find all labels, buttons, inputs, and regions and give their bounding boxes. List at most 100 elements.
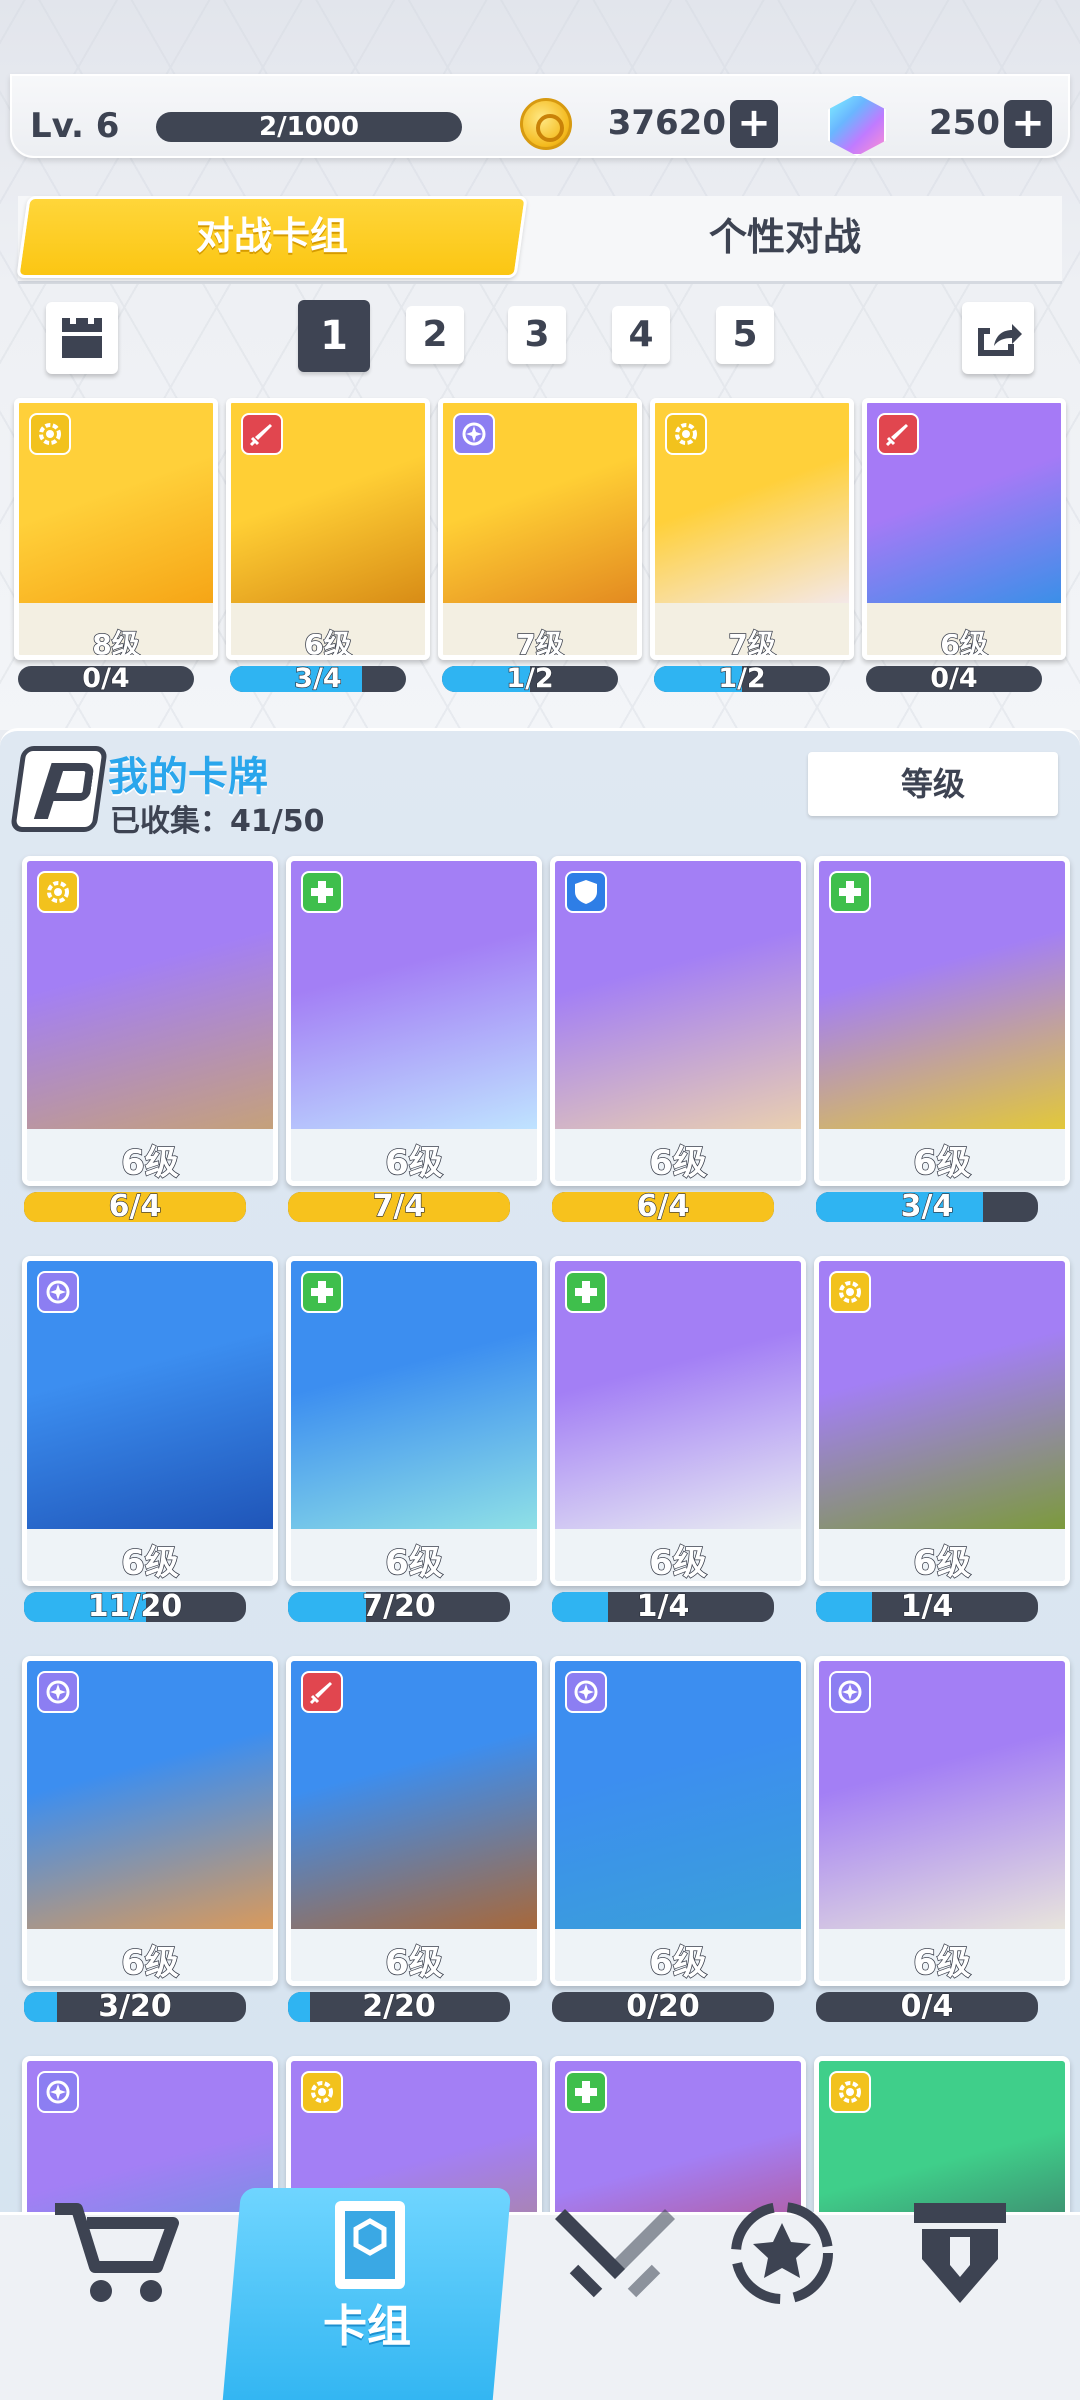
deck-page-3[interactable]: 3 xyxy=(508,306,566,364)
progress-text: 1/4 xyxy=(900,1592,954,1622)
gear-badge-icon xyxy=(301,2071,343,2113)
share-button[interactable] xyxy=(962,302,1034,374)
arcane-badge-icon xyxy=(453,413,495,455)
card-level: 7级 xyxy=(728,627,777,660)
player-level: Lv. 6 xyxy=(30,106,120,146)
gear-badge-icon xyxy=(665,413,707,455)
heal-badge-icon xyxy=(301,1271,343,1313)
progress-text: 6/4 xyxy=(108,1192,162,1222)
nav-battle[interactable] xyxy=(550,2196,680,2316)
card-progress-bar: 3/4 xyxy=(816,1192,1038,1222)
gear-badge-icon xyxy=(29,413,71,455)
progress-text: 0/4 xyxy=(930,666,979,692)
heal-badge-icon xyxy=(565,2071,607,2113)
collection-card[interactable]: 6级 xyxy=(814,856,1070,1186)
collection-card[interactable]: 6级 xyxy=(814,1656,1070,1986)
card-level: 6级 xyxy=(120,1942,179,1983)
collection-card[interactable]: 6级 xyxy=(286,1656,542,1986)
card-level: 6级 xyxy=(384,1542,443,1583)
progress-text: 3/4 xyxy=(294,666,343,692)
collection-card[interactable]: 6级 xyxy=(550,856,806,1186)
card-progress-bar: 3/4 xyxy=(230,666,406,692)
collection-card[interactable]: 6级 xyxy=(22,1256,278,1586)
my-cards-title: 我的卡牌 xyxy=(108,754,268,800)
card-progress-bar: 1/4 xyxy=(552,1592,774,1622)
sword-badge-icon xyxy=(301,1671,343,1713)
nav-guild[interactable] xyxy=(890,2188,1030,2318)
card-progress-bar: 0/20 xyxy=(552,1992,774,2022)
gear-badge-icon xyxy=(37,871,79,913)
tab-battle-deck[interactable]: 对战卡组 xyxy=(22,196,522,278)
deck-card[interactable]: 6级 xyxy=(862,398,1066,660)
share-icon xyxy=(978,324,1022,356)
card-level: 6级 xyxy=(940,627,989,660)
star-rank-icon xyxy=(731,2202,833,2304)
deck-page-4[interactable]: 4 xyxy=(612,306,670,364)
progress-text: 2/20 xyxy=(362,1992,437,2022)
card-level: 6级 xyxy=(912,1942,971,1983)
nav-ranking[interactable] xyxy=(712,2188,852,2318)
sword-badge-icon xyxy=(241,413,283,455)
collection-card[interactable]: 6级 xyxy=(286,1256,542,1586)
cart-icon xyxy=(55,2203,179,2302)
deck-card[interactable]: 6级 xyxy=(226,398,430,660)
card-progress-bar: 1/4 xyxy=(816,1592,1038,1622)
card-level: 6级 xyxy=(912,1542,971,1583)
deck-page-1[interactable]: 1 xyxy=(298,300,370,372)
card-level: 6级 xyxy=(648,1542,707,1583)
card-progress-bar: 11/20 xyxy=(24,1592,246,1622)
progress-text: 3/20 xyxy=(98,1992,173,2022)
deck-page-2[interactable]: 2 xyxy=(406,306,464,364)
collection-card[interactable]: 6级 xyxy=(550,1256,806,1586)
collection-card[interactable]: 6级 xyxy=(550,1656,806,1986)
card-progress-bar: 6/4 xyxy=(24,1192,246,1222)
castle-icon xyxy=(62,318,102,358)
card-progress-bar: 0/4 xyxy=(816,1992,1038,2022)
collection-card[interactable]: 6级 xyxy=(286,856,542,1186)
castle-button[interactable] xyxy=(46,302,118,374)
collection-card[interactable]: 6级 xyxy=(814,1256,1070,1586)
gear-badge-icon xyxy=(829,1271,871,1313)
tab-custom-battle[interactable]: 个性对战 xyxy=(560,196,1010,278)
progress-text: 0/4 xyxy=(82,666,131,692)
sort-by-level-button[interactable]: 等级 xyxy=(808,752,1058,816)
arcane-badge-icon xyxy=(37,1671,79,1713)
card-progress-bar: 7/20 xyxy=(288,1592,510,1622)
swords-icon xyxy=(555,2209,675,2298)
card-progress-bar: 6/4 xyxy=(552,1192,774,1222)
add-gold-button[interactable]: + xyxy=(730,100,778,148)
progress-text: 1/2 xyxy=(506,666,555,692)
heal-badge-icon xyxy=(301,871,343,913)
deck-card[interactable]: 8级 xyxy=(14,398,218,660)
card-level: 6级 xyxy=(120,1542,179,1583)
progress-text: 1/2 xyxy=(718,666,767,692)
nav-deck-label: 卡组 xyxy=(323,2301,411,2352)
add-gems-button[interactable]: + xyxy=(1004,100,1052,148)
card-level: 6级 xyxy=(384,1942,443,1983)
gear-badge-icon xyxy=(829,2071,871,2113)
progress-text: 7/20 xyxy=(362,1592,437,1622)
shield-badge-icon xyxy=(565,871,607,913)
card-level: 6级 xyxy=(304,627,353,660)
coin-icon xyxy=(520,98,572,150)
nav-shop[interactable] xyxy=(44,2190,194,2320)
heal-badge-icon xyxy=(829,871,871,913)
card-progress-bar: 0/4 xyxy=(18,666,194,692)
nav-deck[interactable] xyxy=(300,2192,440,2302)
progress-text: 6/4 xyxy=(636,1192,690,1222)
card-level: 6级 xyxy=(120,1142,179,1183)
card-progress-bar: 1/2 xyxy=(442,666,618,692)
card-progress-bar: 0/4 xyxy=(866,666,1042,692)
deck-page-5[interactable]: 5 xyxy=(716,306,774,364)
progress-text: 0/4 xyxy=(900,1992,954,2022)
gold-amount: 37620 xyxy=(607,103,726,143)
card-level: 6级 xyxy=(648,1142,707,1183)
arcane-badge-icon xyxy=(565,1671,607,1713)
deck-card[interactable]: 7级 xyxy=(438,398,642,660)
deck-icon xyxy=(335,2201,405,2289)
arcane-badge-icon xyxy=(37,2071,79,2113)
deck-card[interactable]: 7级 xyxy=(650,398,854,660)
guild-tower-icon xyxy=(914,2203,1006,2303)
collection-card[interactable]: 6级 xyxy=(22,1656,278,1986)
collection-card[interactable]: 6级 xyxy=(22,856,278,1186)
